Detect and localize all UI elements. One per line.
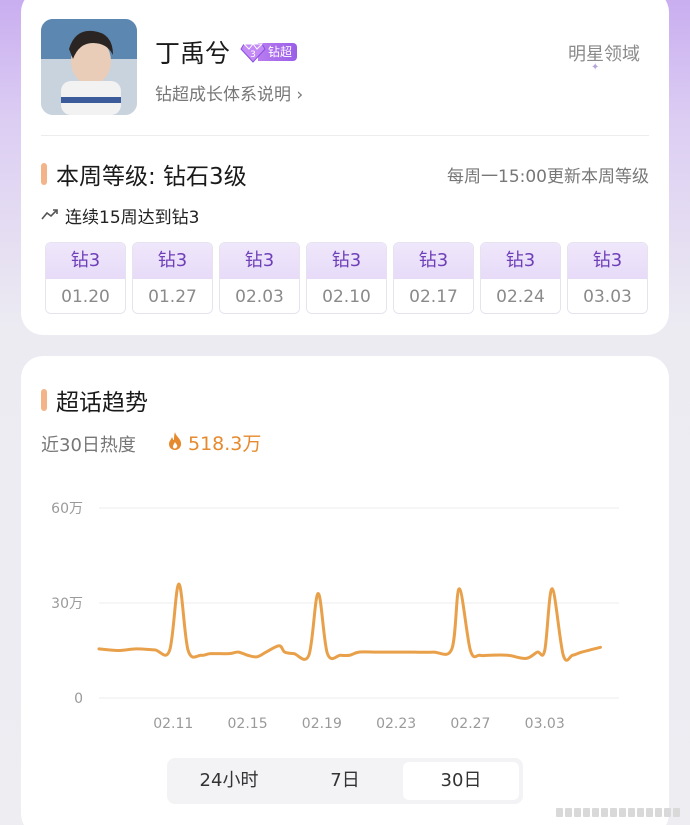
trend-title: 超话趋势 [56,390,148,416]
y-tick-label: 30万 [51,596,83,612]
diamond-icon: 3 [240,41,266,63]
realm-label[interactable]: 明星领域 [568,40,640,66]
week-item: 钻3 02.17 [393,242,474,314]
x-tick-label: 02.11 [153,716,193,732]
week-level: 钻3 [394,243,473,279]
week-date: 02.03 [220,279,299,313]
week-level: 钻3 [133,243,212,279]
avatar[interactable] [41,19,137,115]
section-accent-bar [41,389,47,411]
weekly-level-title: 本周等级: 钻石3级 [56,164,247,190]
week-item: 钻3 02.10 [306,242,387,314]
week-level: 钻3 [481,243,560,279]
weekly-level-list: 钻3 01.20 钻3 01.27 钻3 02.03 钻3 02.10 钻3 02.17 … [45,242,648,314]
range-30d-button[interactable]: 30日 [403,762,519,800]
week-level: 钻3 [568,243,647,279]
week-date: 02.24 [481,279,560,313]
diamond-badge[interactable]: 3 钻超 [240,41,303,63]
week-item: 钻3 01.20 [45,242,126,314]
sparkle-icon: ✦ [591,62,600,73]
trend-line [97,582,602,662]
divider [41,135,649,136]
x-tick-label: 02.23 [376,716,416,732]
flame-icon [166,431,184,455]
week-item: 钻3 01.27 [132,242,213,314]
week-date: 01.27 [133,279,212,313]
growth-system-link[interactable]: 钻超成长体系说明 › [155,80,303,105]
x-tick-label: 02.15 [228,716,268,732]
week-date: 03.03 [568,279,647,313]
profile-card: 丁禹兮 3 钻超 钻超成长体系说明 › 明星领域 ✦ 本周等级: 钻石3级 每周… [21,0,669,335]
heat-value-text: 518.3万 [188,433,262,455]
week-item: 钻3 02.03 [219,242,300,314]
range-selector: 24小时 7日 30日 [167,758,523,804]
heat-label: 近30日热度 [41,435,136,456]
y-tick-label: 0 [74,691,83,707]
week-date: 02.10 [307,279,386,313]
week-level: 钻3 [220,243,299,279]
svg-text:3: 3 [250,50,256,60]
trend-up-icon [41,206,59,225]
streak-row: 连续15周达到钻3 [41,203,199,228]
week-item: 钻3 02.24 [480,242,561,314]
week-date: 01.20 [46,279,125,313]
x-tick-label: 02.19 [302,716,342,732]
trend-chart: 60万 30万 0 02.11 02.15 02.19 02.23 02.27 03.03 [51,501,619,732]
x-tick-label: 03.03 [525,716,565,732]
week-level: 钻3 [46,243,125,279]
section-accent-bar [41,163,47,185]
week-date: 02.17 [394,279,473,313]
watermark-logo [556,808,680,817]
streak-text: 连续15周达到钻3 [65,208,200,228]
trend-card: 超话趋势 近30日热度 518.3万 60万 30万 0 02.11 02.15 02.1… [21,356,669,825]
range-7d-button[interactable]: 7日 [287,762,403,800]
range-24h-button[interactable]: 24小时 [171,762,287,800]
update-note: 每周一15:00更新本周等级 [447,167,649,187]
x-tick-label: 02.27 [450,716,490,732]
week-item: 钻3 03.03 [567,242,648,314]
user-name: 丁禹兮 [155,39,231,68]
week-level: 钻3 [307,243,386,279]
heat-value: 518.3万 [166,429,261,456]
y-tick-label: 60万 [51,501,83,517]
